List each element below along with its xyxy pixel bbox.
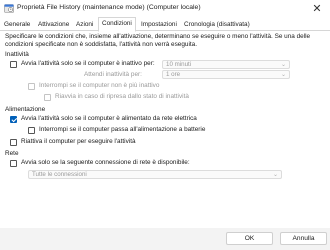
chevron-down-icon: ⌄	[280, 72, 286, 78]
close-icon: ✕	[312, 3, 322, 15]
tab-attivazione[interactable]: Attivazione	[38, 19, 69, 30]
window-title: Proprietà File History (maintenance mode…	[17, 4, 201, 11]
dialog-footer: OK Annulla	[0, 228, 330, 250]
network-connection-select[interactable]: Tutte le connessioni ⌄	[28, 170, 282, 179]
ac-only-checkbox[interactable]	[10, 116, 17, 123]
description-line-1: Specificare le condizioni che, insieme a…	[5, 33, 311, 40]
wait-idle-value: 1 ore	[166, 71, 181, 78]
tab-generale[interactable]: Generale	[4, 19, 30, 30]
task-scheduler-icon	[4, 3, 14, 13]
wait-idle-label: Attendi inattività per:	[84, 71, 142, 78]
network-connection-value: Tutte le connessioni	[32, 171, 87, 178]
chevron-down-icon: ⌄	[280, 62, 286, 68]
cancel-button[interactable]: Annulla	[280, 232, 327, 245]
properties-dialog: Proprietà File History (maintenance mode…	[0, 0, 330, 250]
start-if-idle-checkbox[interactable]	[10, 61, 17, 68]
idle-section-heading: Inattività	[5, 51, 29, 58]
tab-condizioni[interactable]: Condizioni	[98, 17, 136, 32]
tab-impostazioni[interactable]: Impostazioni	[141, 19, 177, 30]
description-line-2: condizioni specificate non è soddisfatta…	[5, 41, 197, 48]
stop-on-battery-label: Interrompi se il computer passa all'alim…	[39, 126, 206, 133]
tab-bar: Generale Attivazione Azioni Condizioni I…	[0, 17, 330, 32]
idle-duration-select[interactable]: 10 minuti ⌄	[162, 60, 290, 69]
stop-on-battery-checkbox[interactable]	[28, 127, 35, 134]
close-button[interactable]: ✕	[305, 1, 329, 16]
stop-if-not-idle-checkbox[interactable]	[28, 83, 35, 90]
tab-azioni[interactable]: Azioni	[76, 19, 93, 30]
tab-cronologia[interactable]: Cronologia (disattivata)	[184, 19, 250, 30]
wake-to-run-label: Riattiva il computer per eseguire l'atti…	[21, 138, 136, 145]
ok-button[interactable]: OK	[226, 232, 273, 245]
chevron-down-icon: ⌄	[272, 172, 278, 178]
start-if-idle-label: Avvia l'attività solo se il computer è i…	[21, 60, 155, 67]
ac-only-label: Avvia l'attività solo se il computer è a…	[21, 115, 197, 122]
stop-if-not-idle-label: Interrompi se il computer non è più inat…	[39, 82, 160, 89]
restart-if-idle-checkbox[interactable]	[44, 94, 51, 101]
restart-if-idle-label: Riavvia in caso di ripresa dallo stato d…	[55, 93, 189, 100]
idle-duration-value: 10 minuti	[166, 61, 192, 68]
network-only-label: Avvia solo se la seguente connessione di…	[21, 159, 190, 166]
wake-to-run-checkbox[interactable]	[10, 139, 17, 146]
wait-idle-select[interactable]: 1 ore ⌄	[162, 70, 290, 79]
title-bar: Proprietà File History (maintenance mode…	[0, 0, 330, 17]
power-section-heading: Alimentazione	[5, 106, 46, 113]
network-section-heading: Rete	[5, 150, 19, 157]
network-only-checkbox[interactable]	[10, 160, 17, 167]
